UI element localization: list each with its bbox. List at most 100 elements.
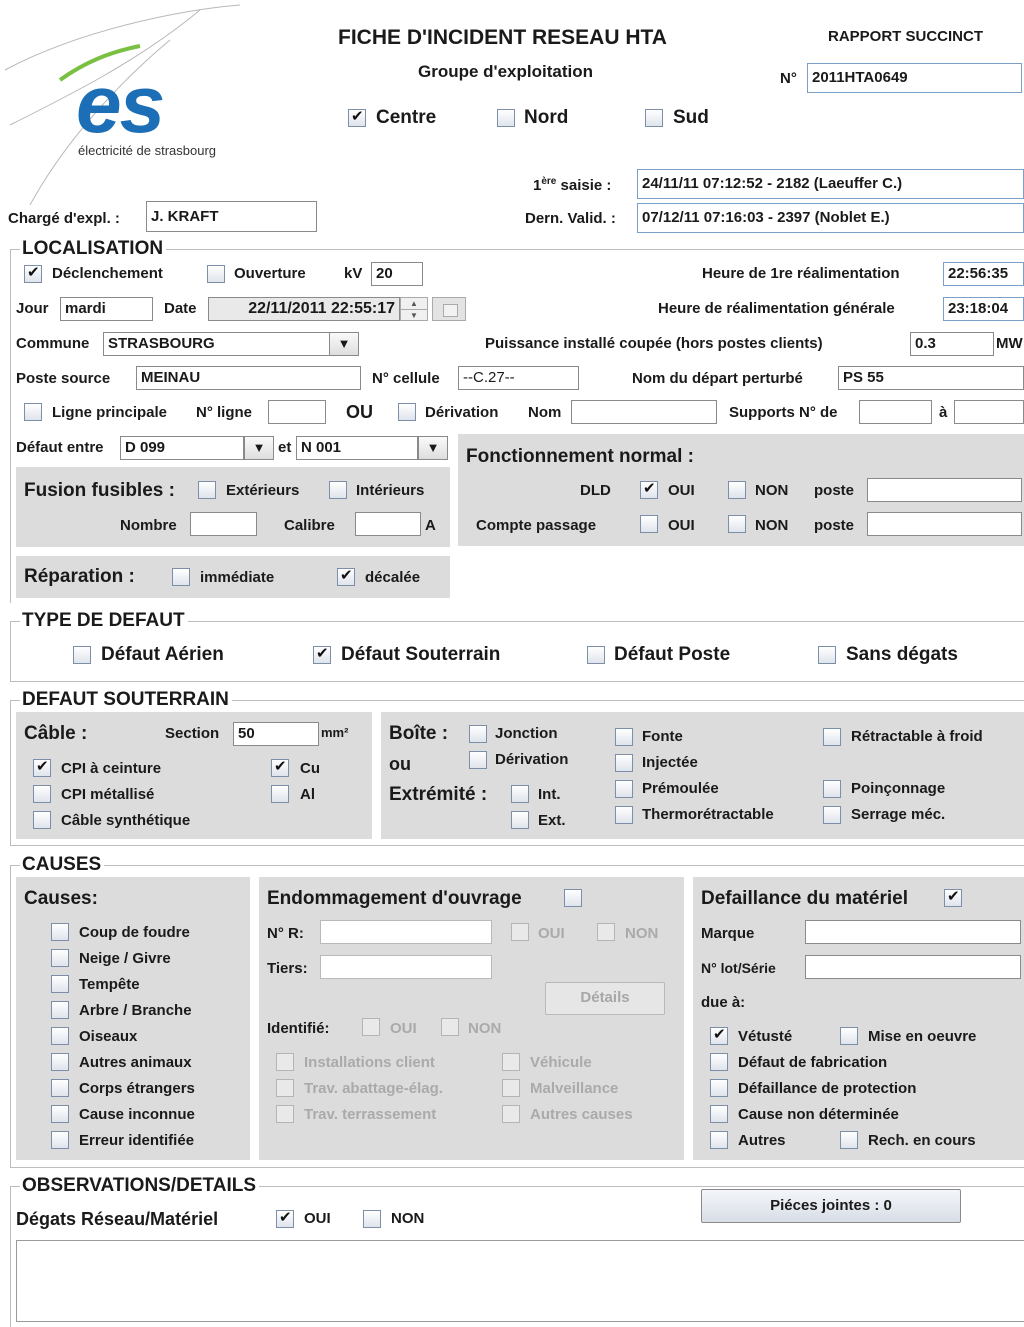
ext-label: Ext.: [538, 812, 566, 829]
cause-item-checkbox[interactable]: [51, 1079, 69, 1097]
mise-oeuvre-checkbox[interactable]: [840, 1027, 858, 1045]
dld-non-checkbox[interactable]: [728, 481, 746, 499]
nombre-field[interactable]: [190, 512, 257, 536]
date-field[interactable]: 22/11/2011 22:55:17: [208, 297, 400, 321]
souterrain-title: DEFAUT SOUTERRAIN: [20, 689, 232, 711]
group-nord-checkbox[interactable]: [497, 109, 515, 127]
cause-nd-checkbox[interactable]: [710, 1105, 728, 1123]
defaut-to-select[interactable]: N 001: [296, 436, 418, 460]
cpi-metal-checkbox[interactable]: [33, 785, 51, 803]
defaut-aerien-checkbox[interactable]: [73, 646, 91, 664]
jour-field[interactable]: mardi: [60, 297, 153, 321]
poinconnage-checkbox[interactable]: [823, 780, 841, 798]
poste-source-label: Poste source: [16, 370, 111, 387]
defaut-fab-checkbox[interactable]: [710, 1053, 728, 1071]
autres-label: Autres: [738, 1132, 786, 1149]
ext-checkbox[interactable]: [511, 811, 529, 829]
fonte-checkbox[interactable]: [615, 728, 633, 746]
cause-item-checkbox[interactable]: [51, 1027, 69, 1045]
compte-poste-field[interactable]: [867, 512, 1022, 536]
dld-poste-field[interactable]: [867, 478, 1022, 502]
al-label: Al: [300, 786, 315, 803]
calibre-field[interactable]: [355, 512, 421, 536]
first-realim-field[interactable]: 22:56:35: [943, 262, 1024, 286]
ligne-principale-checkbox[interactable]: [24, 403, 42, 421]
interieurs-checkbox[interactable]: [329, 481, 347, 499]
declenchement-checkbox[interactable]: [24, 263, 42, 283]
defaillance-checkbox[interactable]: [944, 887, 962, 907]
boite-derivation-checkbox[interactable]: [469, 751, 487, 769]
immediate-checkbox[interactable]: [172, 568, 190, 586]
endommagement-checkbox[interactable]: [564, 889, 582, 907]
thermo-checkbox[interactable]: [615, 806, 633, 824]
autres-checkbox[interactable]: [710, 1131, 728, 1149]
commune-select[interactable]: STRASBOURG: [103, 332, 331, 356]
supports-to-field[interactable]: [954, 400, 1024, 424]
commune-dropdown-icon[interactable]: ▼: [329, 332, 359, 356]
al-checkbox[interactable]: [271, 785, 289, 803]
group-centre-checkbox[interactable]: [348, 107, 366, 127]
dld-oui-checkbox[interactable]: [640, 479, 658, 499]
incident-number-field[interactable]: 2011HTA0649: [807, 63, 1022, 93]
defaut-from-select[interactable]: D 099: [120, 436, 244, 460]
date-spinner[interactable]: ▲ ▼: [400, 297, 428, 321]
cause-item-checkbox[interactable]: [51, 1053, 69, 1071]
ou-label: OU: [346, 402, 373, 422]
decalee-checkbox[interactable]: [337, 566, 355, 586]
cpi-ceinture-checkbox[interactable]: [33, 757, 51, 777]
cause-item-checkbox[interactable]: [51, 1131, 69, 1149]
observations-textarea[interactable]: [16, 1240, 1024, 1322]
cause-item-label: Tempête: [79, 976, 140, 993]
compte-non-checkbox[interactable]: [728, 515, 746, 533]
cause-item-checkbox[interactable]: [51, 1001, 69, 1019]
cellule-field[interactable]: --C.27--: [458, 366, 579, 390]
cause-item-checkbox[interactable]: [51, 975, 69, 993]
nom-field[interactable]: [571, 400, 717, 424]
vetuste-checkbox[interactable]: [710, 1025, 728, 1045]
jonction-checkbox[interactable]: [469, 725, 487, 743]
depart-field[interactable]: PS 55: [838, 366, 1024, 390]
defaut-from-dropdown-icon[interactable]: ▼: [244, 436, 274, 460]
cause-item-checkbox[interactable]: [51, 1105, 69, 1123]
retract-froid-checkbox[interactable]: [823, 728, 841, 746]
compte-oui-checkbox[interactable]: [640, 515, 658, 533]
general-realim-field[interactable]: 23:18:04: [943, 297, 1024, 321]
cause-item-checkbox[interactable]: [51, 923, 69, 941]
exterieurs-checkbox[interactable]: [198, 481, 216, 499]
serrage-checkbox[interactable]: [823, 806, 841, 824]
immediate-label: immédiate: [200, 569, 275, 586]
cause-item-label: Arbre / Branche: [79, 1002, 192, 1019]
rech-checkbox[interactable]: [840, 1131, 858, 1149]
cable-synth-checkbox[interactable]: [33, 811, 51, 829]
puissance-field[interactable]: 0.3: [910, 332, 994, 356]
group-sud-checkbox[interactable]: [645, 109, 663, 127]
marque-field[interactable]: [805, 920, 1021, 944]
defaut-souterrain-checkbox[interactable]: [313, 644, 331, 664]
charge-field[interactable]: J. KRAFT: [146, 201, 317, 232]
derivation-checkbox[interactable]: [398, 403, 416, 421]
ligne-principale-label: Ligne principale: [52, 404, 168, 421]
defaillance-prot-checkbox[interactable]: [710, 1079, 728, 1097]
n-ligne-field[interactable]: [268, 400, 326, 424]
degats-non-checkbox[interactable]: [363, 1210, 381, 1228]
cause-item-checkbox[interactable]: [51, 949, 69, 967]
calendar-icon[interactable]: [432, 297, 466, 321]
lot-field[interactable]: [805, 955, 1021, 979]
sans-degats-checkbox[interactable]: [818, 646, 836, 664]
poste-source-field[interactable]: MEINAU: [136, 366, 361, 390]
supports-from-field[interactable]: [859, 400, 932, 424]
degats-oui-checkbox[interactable]: [276, 1208, 294, 1228]
section-field[interactable]: 50: [233, 722, 319, 746]
declenchement-label: Déclenchement: [52, 265, 163, 282]
pieces-jointes-button[interactable]: Piéces jointes : 0: [701, 1189, 961, 1223]
kv-field[interactable]: 20: [371, 262, 423, 286]
injectee-checkbox[interactable]: [615, 754, 633, 772]
details-button[interactable]: Détails: [545, 982, 665, 1015]
reparation-label: Réparation :: [24, 566, 135, 587]
ouverture-checkbox[interactable]: [207, 265, 225, 283]
int-checkbox[interactable]: [511, 785, 529, 803]
defaut-to-dropdown-icon[interactable]: ▼: [418, 436, 448, 460]
defaut-poste-checkbox[interactable]: [587, 646, 605, 664]
premoulee-checkbox[interactable]: [615, 780, 633, 798]
cu-checkbox[interactable]: [271, 757, 289, 777]
